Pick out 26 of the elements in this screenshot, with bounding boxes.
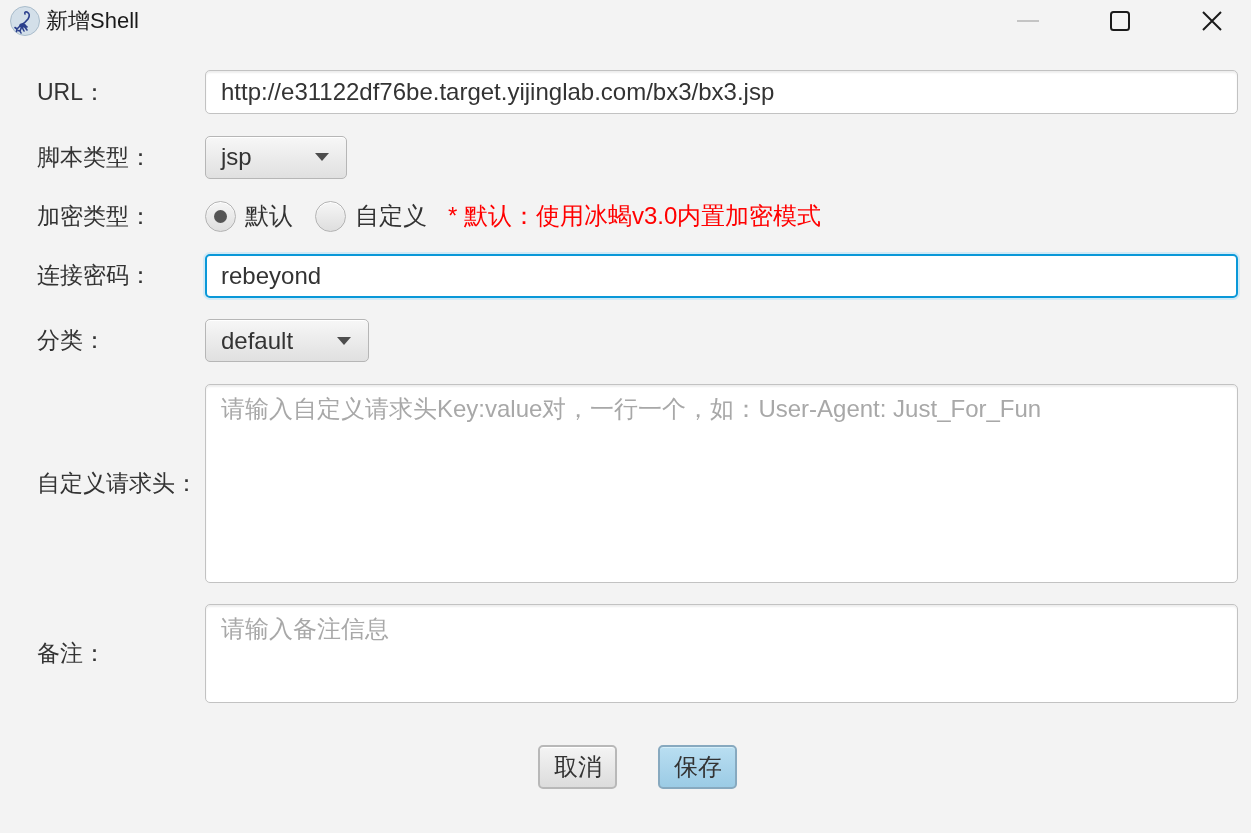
field-label: 备注：	[37, 639, 106, 668]
save-button[interactable]: 保存	[658, 745, 737, 789]
field-label: 脚本类型：	[37, 142, 152, 172]
radio-icon[interactable]	[315, 200, 346, 232]
radio-icon[interactable]	[205, 200, 236, 232]
dropdown[interactable]: jsp	[205, 135, 347, 179]
caret-icon	[337, 336, 352, 345]
radio-option[interactable]: 自定义	[315, 200, 427, 232]
field-label: 连接密码：	[37, 261, 152, 290]
field-label: 加密类型：	[37, 201, 152, 231]
radio-option[interactable]: 默认	[205, 200, 293, 232]
field-label: 自定义请求头：	[37, 468, 198, 498]
caret-icon	[315, 153, 329, 161]
text-field[interactable]: http://e31122df76be.target.yijinglab.com/bx3/bx3.jsp	[205, 70, 1238, 114]
window-title: 新增Shell	[46, 7, 139, 35]
text-area[interactable]: 请输入自定义请求头Key:value对，一行一个，如：User-Agent: Just_For_Fun	[205, 383, 1238, 583]
maximize-icon[interactable]	[1110, 11, 1130, 31]
close-icon[interactable]	[1202, 11, 1222, 31]
cancel-button[interactable]: 取消	[538, 745, 617, 789]
text-area[interactable]: 请输入备注信息	[205, 604, 1238, 703]
text-field[interactable]: rebeyond	[205, 253, 1238, 298]
field-label: 分类：	[37, 326, 106, 355]
scorpion-icon	[10, 6, 40, 36]
field-label: URL：	[37, 77, 106, 107]
dropdown[interactable]: default	[205, 319, 370, 362]
hint-text: * 默认：使用冰蝎v3.0内置加密模式	[448, 201, 822, 231]
